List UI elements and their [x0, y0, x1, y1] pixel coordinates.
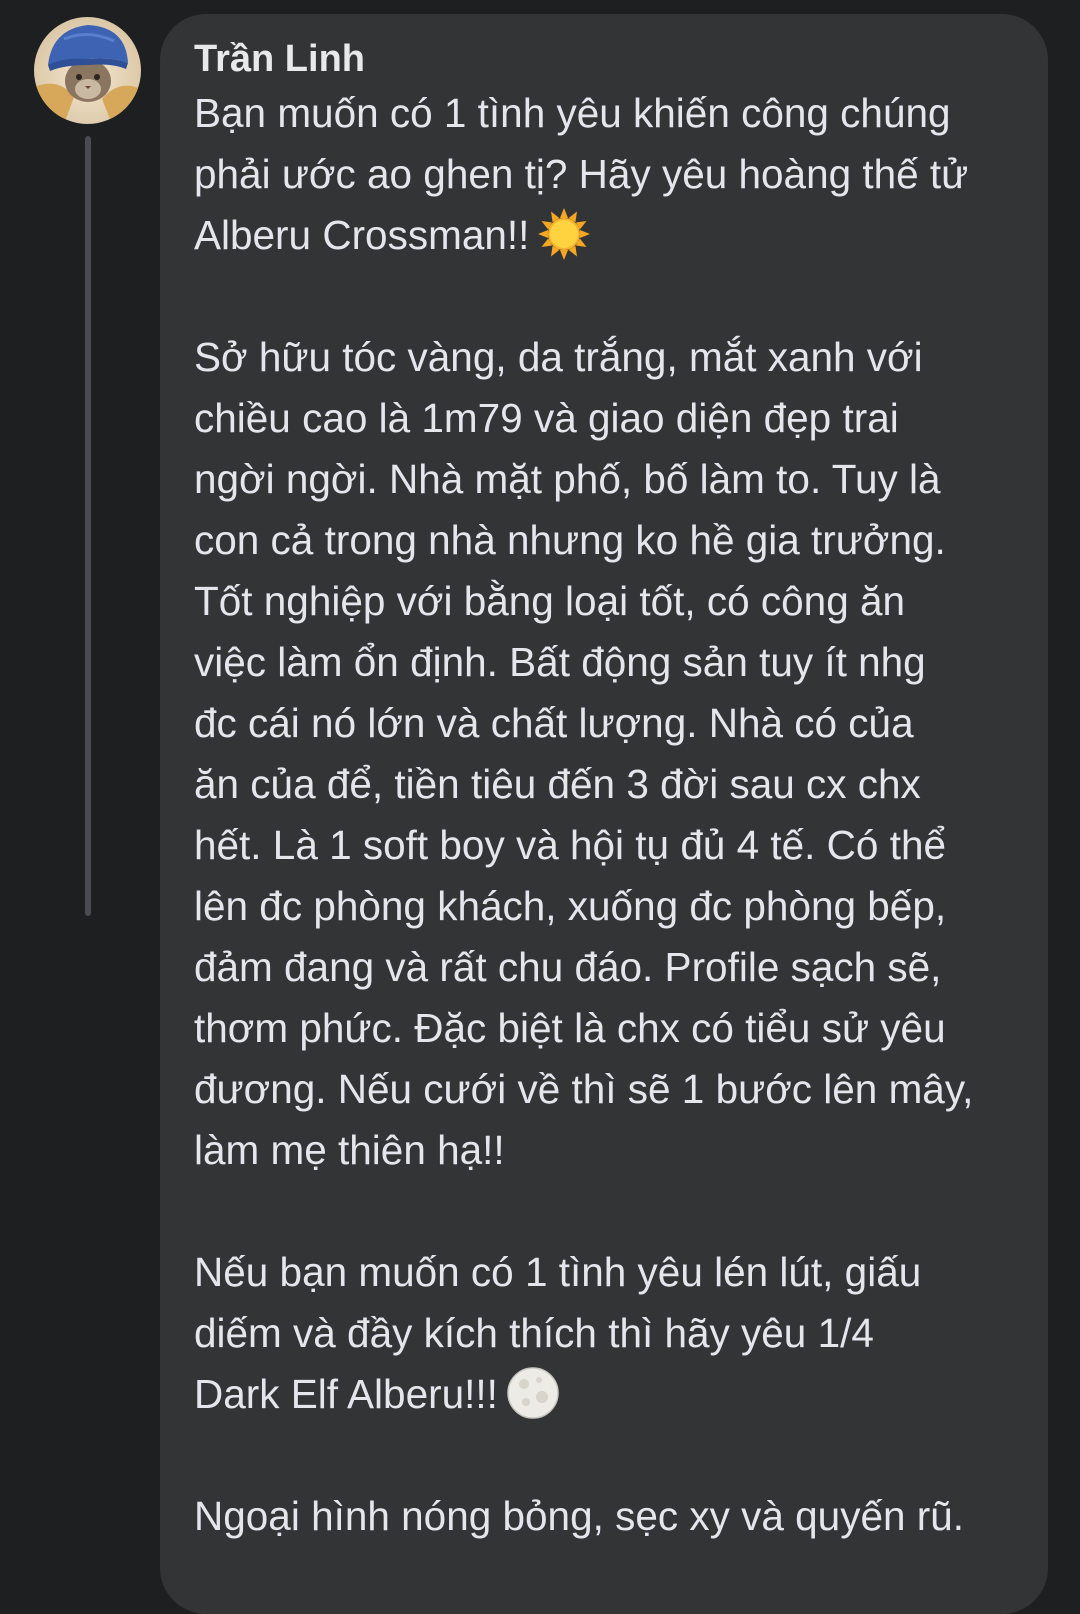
comment-line: Nếu bạn muốn có 1 tình yêu lén lút, giấu	[194, 1242, 1034, 1303]
comment-line: đảm đang và rất chu đáo. Profile sạch sẽ…	[194, 937, 1034, 998]
comment-author[interactable]: Trần Linh	[194, 37, 365, 81]
comment-line-text: Alberu Crossman!!	[194, 212, 530, 258]
comment-line-text: Ngoại hình nóng bỏng, sẹc xy và quyến rũ…	[194, 1493, 965, 1539]
avatar[interactable]	[34, 17, 141, 124]
comment-line-text: ăn của để, tiền tiêu đến 3 đời sau cx ch…	[194, 761, 921, 807]
comment-line: đương. Nếu cưới về thì sẽ 1 bước lên mây…	[194, 1059, 1034, 1120]
comment-line: Dark Elf Alberu!!!	[194, 1364, 1034, 1425]
thread-line	[85, 136, 91, 916]
comment-line: Sở hữu tóc vàng, da trắng, mắt xanh với	[194, 327, 1034, 388]
comment-line-text: phải ước ao ghen tị? Hãy yêu hoàng thế t…	[194, 151, 969, 197]
comment-line	[194, 1425, 1034, 1486]
comment-line: con cả trong nhà nhưng ko hề gia trưởng.	[194, 510, 1034, 571]
comment-line-text: Dark Elf Alberu!!!	[194, 1371, 498, 1417]
comment-line: lên đc phòng khách, xuống đc phòng bếp,	[194, 876, 1034, 937]
comment-line-text: làm mẹ thiên hạ!!	[194, 1127, 505, 1173]
comment-line-text: đc cái nó lớn và chất lượng. Nhà có của	[194, 700, 914, 746]
comment-line-text: lên đc phòng khách, xuống đc phòng bếp,	[194, 883, 947, 929]
comment-line-text: diếm và đầy kích thích thì hãy yêu 1/4	[194, 1310, 874, 1356]
comment-line: việc làm ổn định. Bất động sản tuy ít nh…	[194, 632, 1034, 693]
full-moon-icon	[506, 1366, 560, 1420]
comment-line-text: đương. Nếu cưới về thì sẽ 1 bước lên mây…	[194, 1066, 974, 1112]
comment-line: đc cái nó lớn và chất lượng. Nhà có của	[194, 693, 1034, 754]
comment-line-text: thơm phức. Đặc biệt là chx có tiểu sử yê…	[194, 1005, 946, 1051]
sun-icon	[537, 207, 591, 261]
comment-line-text: đảm đang và rất chu đáo. Profile sạch sẽ…	[194, 944, 942, 990]
comment-line: ăn của để, tiền tiêu đến 3 đời sau cx ch…	[194, 754, 1034, 815]
comment-line: diếm và đầy kích thích thì hãy yêu 1/4	[194, 1303, 1034, 1364]
comment-line-text: hết. Là 1 soft boy và hội tụ đủ 4 tế. Có…	[194, 822, 946, 868]
comment-line-text: Bạn muốn có 1 tình yêu khiến công chúng	[194, 90, 951, 136]
comment-line: Bạn muốn có 1 tình yêu khiến công chúng	[194, 83, 1034, 144]
comment-line-text: chiều cao là 1m79 và giao diện đẹp trai	[194, 395, 899, 441]
comment-line: ngời ngời. Nhà mặt phố, bố làm to. Tuy l…	[194, 449, 1034, 510]
comment-line-text: việc làm ổn định. Bất động sản tuy ít nh…	[194, 639, 926, 685]
comment-line: Ngoại hình nóng bỏng, sẹc xy và quyến rũ…	[194, 1486, 1034, 1547]
comment-line: Tốt nghiệp với bằng loại tốt, có công ăn	[194, 571, 1034, 632]
comment-text: Bạn muốn có 1 tình yêu khiến công chúng p…	[194, 83, 1034, 1547]
comment-line	[194, 266, 1034, 327]
comment-line-text: con cả trong nhà nhưng ko hề gia trưởng.	[194, 517, 946, 563]
comment-line-text: Tốt nghiệp với bằng loại tốt, có công ăn	[194, 578, 906, 624]
comment-line: chiều cao là 1m79 và giao diện đẹp trai	[194, 388, 1034, 449]
comment-line: thơm phức. Đặc biệt là chx có tiểu sử yê…	[194, 998, 1034, 1059]
comment-line: phải ước ao ghen tị? Hãy yêu hoàng thế t…	[194, 144, 1034, 205]
comment-line-text: ngời ngời. Nhà mặt phố, bố làm to. Tuy l…	[194, 456, 941, 502]
comment-line: làm mẹ thiên hạ!!	[194, 1120, 1034, 1181]
comment-line-text: Sở hữu tóc vàng, da trắng, mắt xanh với	[194, 334, 923, 380]
comment-line: Alberu Crossman!!	[194, 205, 1034, 266]
cat-avatar-icon	[34, 17, 141, 124]
comment-line: hết. Là 1 soft boy và hội tụ đủ 4 tế. Có…	[194, 815, 1034, 876]
comment-line	[194, 1181, 1034, 1242]
comment-line-text: Nếu bạn muốn có 1 tình yêu lén lút, giấu	[194, 1249, 922, 1295]
